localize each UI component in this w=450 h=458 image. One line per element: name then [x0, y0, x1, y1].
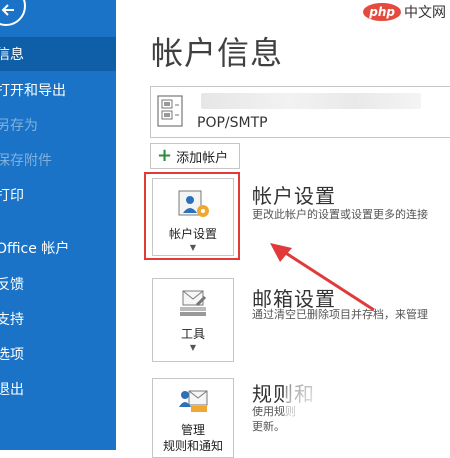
back-arrow-icon [1, 4, 14, 16]
rules-alerts-icon [179, 390, 208, 412]
account-selector[interactable]: POP/SMTP [150, 86, 450, 138]
sidebar-item-support[interactable]: 支持 [0, 302, 116, 336]
mailbox-settings-desc: 通过清空已删除项目并存档，来管理 [252, 308, 428, 321]
sidebar-item-exit[interactable]: 退出 [0, 372, 116, 406]
manage-rules-tile-label-line2: 规则和通知 [162, 439, 223, 453]
rules-desc-line2: 更新。 [252, 420, 285, 433]
tools-tile-label: 工具 [180, 327, 205, 341]
tools-icon [180, 290, 207, 316]
sidebar-item-print[interactable]: 打印 [0, 178, 116, 212]
manage-rules-tile-label-line1: 管理 [180, 423, 205, 437]
account-file-icon [157, 95, 183, 127]
highlight-box [144, 172, 240, 260]
account-settings-desc: 更改此帐户的设置或设置更多的连接 [252, 208, 428, 221]
sidebar-item-info[interactable]: 信息 [0, 37, 116, 71]
sidebar-item-office-account[interactable]: Office 帐户 [0, 231, 116, 265]
watermark: php 中文网 [363, 2, 446, 22]
blur-overlay [286, 362, 450, 450]
watermark-text: 中文网 [404, 5, 446, 21]
plus-icon: + [157, 145, 173, 166]
sidebar-item-save-as[interactable]: 另存为 [0, 108, 116, 142]
add-account-label: 添加帐户 [176, 150, 229, 166]
add-account-button[interactable]: + 添加帐户 [150, 143, 240, 169]
sidebar-item-open-export[interactable]: 打开和导出 [0, 73, 116, 107]
back-button[interactable] [0, 0, 26, 26]
chevron-down-icon: ▼ [189, 343, 197, 352]
page-title: 帐户信息 [151, 34, 284, 72]
sidebar-item-save-attachments[interactable]: 保存附件 [0, 143, 116, 177]
sidebar-item-options[interactable]: 选项 [0, 337, 116, 371]
account-type: POP/SMTP [197, 115, 268, 131]
account-email-blurred [201, 93, 421, 109]
backstage-sidebar: 信息 打开和导出 另存为 保存附件 打印 Office 帐户 反馈 支持 选项 … [0, 0, 116, 450]
watermark-logo: php [363, 3, 401, 21]
sidebar-item-feedback[interactable]: 反馈 [0, 267, 116, 301]
account-settings-title: 帐户设置 [252, 184, 336, 208]
main-panel: 帐户信息 POP/SMTP + 添加帐户 帐户设置 ▼ 帐户设置 更改此帐户的设… [116, 0, 450, 458]
manage-rules-tile[interactable]: 管理 规则和通知 [152, 378, 234, 458]
tools-tile[interactable]: 工具 ▼ [152, 278, 234, 362]
